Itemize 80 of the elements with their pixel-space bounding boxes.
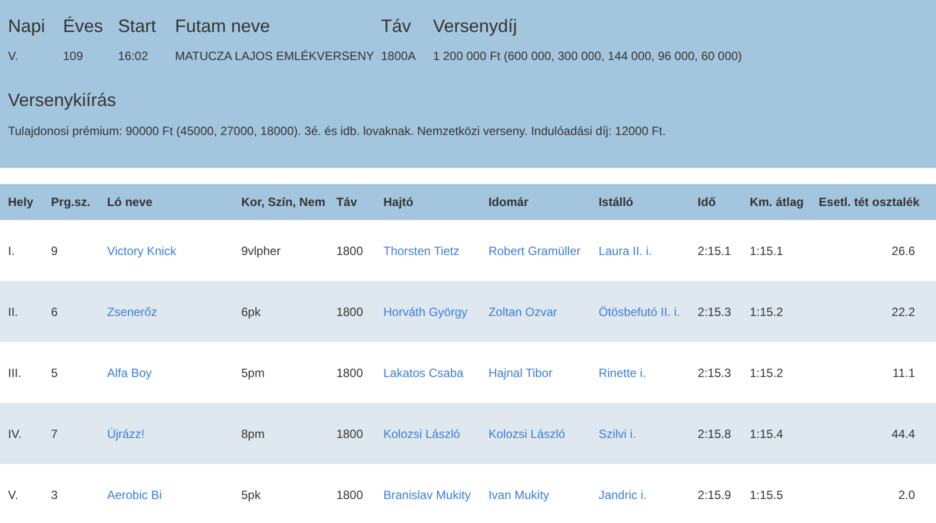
table-link[interactable]: Jandric i. <box>590 464 690 523</box>
column-header: Idő <box>690 184 742 220</box>
table-link[interactable]: Zoltan Ozvar <box>480 281 591 342</box>
table-link[interactable]: Alfa Boy <box>99 342 234 403</box>
table-cell: 1800 <box>328 281 376 342</box>
table-cell: 1800 <box>328 464 376 523</box>
table-cell: 26.6 <box>810 220 936 281</box>
table-cell: 1:15.2 <box>742 281 811 342</box>
table-cell: 2:15.8 <box>690 403 742 464</box>
race-field-label: Versenydíj <box>433 15 518 38</box>
table-link[interactable]: Ivan Mukity <box>480 464 591 523</box>
table-cell: 6 <box>43 281 100 342</box>
race-field-value: 1 200 000 Ft (600 000, 300 000, 144 000, 96 000, 60 000) <box>433 48 743 64</box>
race-field-label: Napi <box>8 15 46 38</box>
table-link[interactable]: Branislav Mukity <box>375 464 480 523</box>
table-cell: 2:15.1 <box>690 220 742 281</box>
table-cell: 44.4 <box>810 403 936 464</box>
conditions-heading: Versenykiírás <box>8 89 118 112</box>
table-cell: 8pm <box>233 403 328 464</box>
table-link[interactable]: Rinette i. <box>590 342 690 403</box>
race-field-value: V. <box>8 48 20 64</box>
table-cell: III. <box>0 342 44 403</box>
column-header: Hajtó <box>375 184 480 220</box>
column-header: Prg.sz. <box>43 184 100 220</box>
table-link[interactable]: Zsenerőz <box>99 281 234 342</box>
table-cell: 6pk <box>233 281 328 342</box>
table-cell: 9vlpher <box>233 220 328 281</box>
column-header: Ló neve <box>99 184 234 220</box>
race-field-label: Táv <box>381 15 412 38</box>
race-field-value: 109 <box>63 48 84 64</box>
column-header: Kor, Szín, Nem <box>233 184 328 220</box>
table-cell: 1800 <box>328 220 376 281</box>
race-field-label: Éves <box>63 15 104 38</box>
column-header: Idomár <box>480 184 591 220</box>
table-link[interactable]: Kolozsi László <box>375 403 480 464</box>
conditions-text: Tulajdonosi prémium: 90000 Ft (45000, 27000, 18000). 3é. és idb. lovaknak. Nemzetközi verseny. Indulóadási díj: 12000 Ft. <box>8 123 667 139</box>
column-header: Istálló <box>590 184 690 220</box>
table-link[interactable]: Thorsten Tietz <box>375 220 480 281</box>
table-link[interactable]: Laura II. i. <box>590 220 690 281</box>
race-field-label: Start <box>118 15 158 38</box>
table-link[interactable]: Hajnal Tibor <box>480 342 591 403</box>
column-header: Km. átlag <box>742 184 811 220</box>
race-field-value: MATUCZA LAJOS EMLÉKVERSENY <box>175 48 376 64</box>
table-cell: 1:15.1 <box>742 220 811 281</box>
table-cell: 5pk <box>233 464 328 523</box>
table-link[interactable]: Szilvi i. <box>590 403 690 464</box>
table-cell: 1800 <box>328 403 376 464</box>
table-cell: 2:15.3 <box>690 342 742 403</box>
table-cell: 11.1 <box>810 342 936 403</box>
table-cell: IV. <box>0 403 44 464</box>
table-cell: 1800 <box>328 342 376 403</box>
table-cell: 1:15.4 <box>742 403 811 464</box>
table-link[interactable]: Lakatos Csaba <box>375 342 480 403</box>
table-cell: 1:15.5 <box>742 464 811 523</box>
table-cell: I. <box>0 220 44 281</box>
table-cell: 22.2 <box>810 281 936 342</box>
table-cell: 5pm <box>233 342 328 403</box>
table-cell: 1:15.2 <box>742 342 811 403</box>
column-header: Esetl. tét osztalék <box>810 184 936 220</box>
table-cell: 3 <box>43 464 100 523</box>
table-cell: 2.0 <box>810 464 936 523</box>
table-cell: 5 <box>43 342 100 403</box>
race-field-value: 1800A <box>381 48 417 64</box>
table-link[interactable]: Újrázz! <box>99 403 234 464</box>
table-link[interactable]: Ötösbefutó II. i. <box>590 281 690 342</box>
race-field-value: 16:02 <box>118 48 150 64</box>
table-cell: 2:15.9 <box>690 464 742 523</box>
column-header: Hely <box>0 184 44 220</box>
race-field-label: Futam neve <box>175 15 272 38</box>
table-cell: 7 <box>43 403 100 464</box>
table-link[interactable]: Victory Knick <box>99 220 234 281</box>
table-link[interactable]: Aerobic Bi <box>99 464 234 523</box>
table-cell: V. <box>0 464 44 523</box>
table-link[interactable]: Robert Gramüller <box>480 220 591 281</box>
table-link[interactable]: Kolozsi László <box>480 403 591 464</box>
table-cell: 2:15.3 <box>690 281 742 342</box>
table-cell: 9 <box>43 220 100 281</box>
column-header: Táv <box>328 184 376 220</box>
table-link[interactable]: Horváth György <box>375 281 480 342</box>
table-cell: II. <box>0 281 44 342</box>
